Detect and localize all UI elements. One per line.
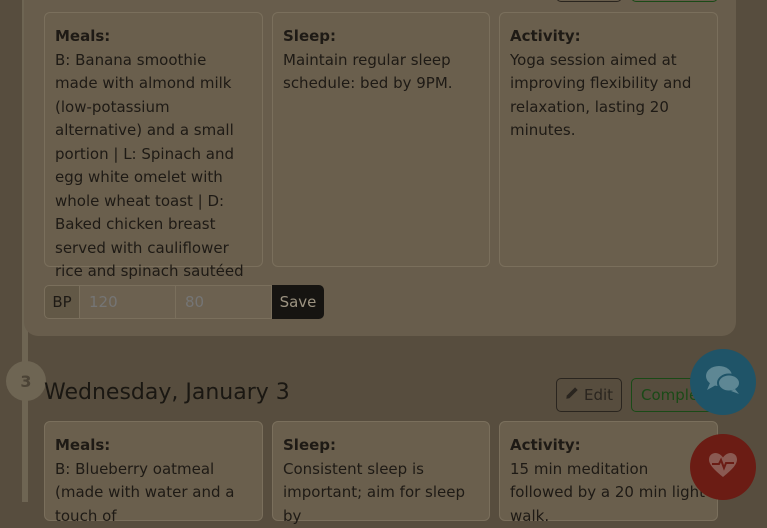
bp-label: BP <box>44 285 80 319</box>
sleep-label: Sleep: <box>283 27 337 45</box>
sleep-label: Sleep: <box>283 436 337 454</box>
activity-text: 15 min meditation followed by a 20 min l… <box>510 459 706 525</box>
day-title: Wednesday, January 3 <box>44 380 290 405</box>
meals-box: Meals: B: Banana smoothie made with almo… <box>44 12 263 304</box>
activity-box: Activity: Yoga session aimed at improvin… <box>499 12 718 267</box>
meals-text: B: Blueberry oatmeal (made with water an… <box>55 459 235 525</box>
activity-box-day-two: Activity: 15 min meditation followed by … <box>499 421 718 525</box>
systolic-input[interactable] <box>80 285 176 319</box>
edit-button[interactable]: Edit <box>556 378 622 412</box>
meals-label: Meals: <box>55 27 111 45</box>
health-fab-button[interactable] <box>690 434 756 500</box>
meals-label: Meals: <box>55 436 111 454</box>
sleep-box-day-two: Sleep: Consistent sleep is important; ai… <box>272 421 490 525</box>
save-bp-button[interactable]: Save <box>272 285 324 319</box>
chat-bubbles-icon <box>704 364 742 400</box>
edit-label: Edit <box>583 386 614 404</box>
chat-fab-button[interactable] <box>690 349 756 415</box>
step-badge: 3 <box>6 361 46 401</box>
meals-box-day-two: Meals: B: Blueberry oatmeal (made with w… <box>44 421 263 525</box>
heart-pulse-icon <box>708 452 738 482</box>
sleep-text: Consistent sleep is important; aim for s… <box>283 459 466 525</box>
top-action-button[interactable] <box>556 0 622 2</box>
diastolic-input[interactable] <box>176 285 272 319</box>
activity-label: Activity: <box>510 27 581 45</box>
sleep-box: Sleep: Maintain regular sleep schedule: … <box>272 12 490 267</box>
meals-text: B: Banana smoothie made with almond milk… <box>55 50 244 304</box>
activity-label: Activity: <box>510 436 581 454</box>
activity-text: Yoga session aimed at improving flexibil… <box>510 50 692 140</box>
pencil-icon <box>565 386 579 404</box>
top-complete-button[interactable] <box>631 0 718 2</box>
sleep-text: Maintain regular sleep schedule: bed by … <box>283 50 453 93</box>
bp-input-group: BP Save <box>44 285 324 319</box>
